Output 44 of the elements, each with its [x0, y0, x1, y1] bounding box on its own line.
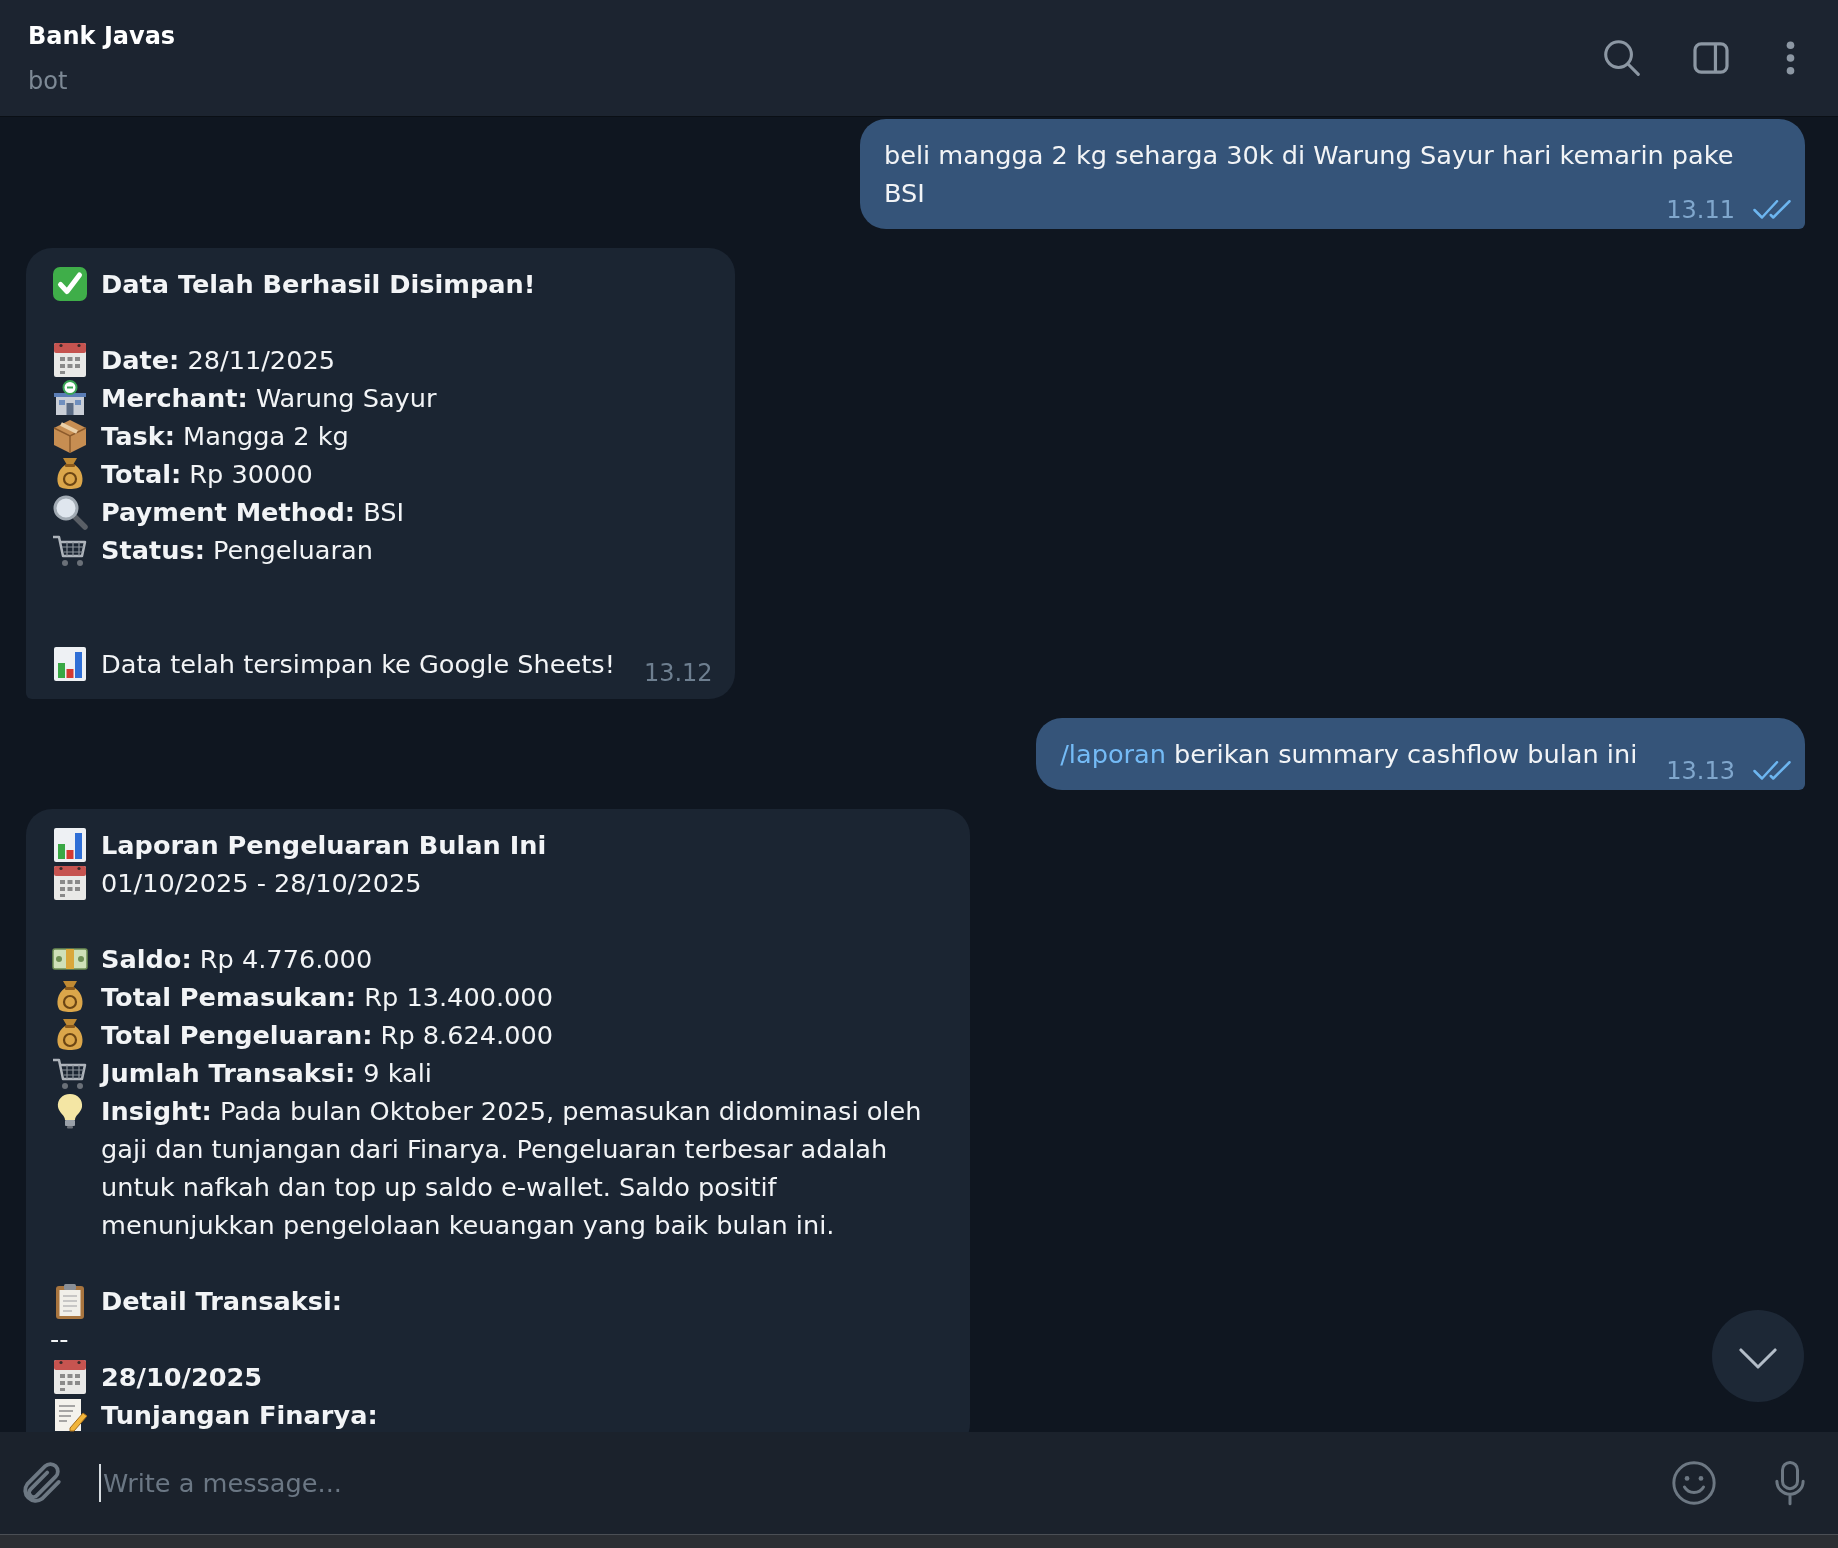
bar-chart-icon [52, 646, 88, 682]
message-line: Tunjangan Finarya: [101, 1400, 378, 1430]
paperclip-icon[interactable] [22, 1462, 62, 1504]
magnifier-icon [52, 494, 88, 530]
message-line: Saldo: Rp 4.776.000 [101, 944, 373, 974]
message-line: 28/10/2025 [101, 1362, 263, 1392]
calendar-icon [52, 1359, 88, 1395]
microphone-icon[interactable] [1775, 1460, 1805, 1506]
message-line: Data telah tersimpan ke Google Sheets! [101, 649, 615, 679]
message-line: 01/10/2025 - 28/10/2025 [101, 868, 422, 898]
message-line: Total: Rp 30000 [101, 459, 313, 489]
store-icon [52, 380, 88, 416]
message-line: Total Pemasukan: Rp 13.400.000 [101, 982, 553, 1012]
message-line: Jumlah Transaksi: 9 kali [101, 1058, 432, 1088]
chevron-down-icon [1739, 1347, 1777, 1369]
smiley-icon[interactable] [1672, 1461, 1716, 1505]
message-line: Task: Mangga 2 kg [101, 421, 349, 451]
message-line: Laporan Pengeluaran Bulan Ini [101, 830, 547, 860]
message-line: -- [50, 1324, 69, 1354]
message-line: Merchant: Warung Sayur [101, 383, 437, 413]
message-time: 13.13 [1666, 761, 1735, 781]
message-line: Insight: Pada bulan Oktober 2025, pemasukan didominasi oleh gaji dan tunjangan dari Finarya. Pengeluaran terbesar adalah untuk nafkah dan top up saldo e-wallet. Saldo positif menunjukkan pengelolaan keuangan yang baik bulan ini. [101, 1096, 922, 1240]
message-line: Status: Pengeluaran [101, 535, 373, 565]
bar-chart-icon [52, 827, 88, 863]
calendar-icon [52, 865, 88, 901]
message-line: Total Pengeluaran: Rp 8.624.000 [101, 1020, 554, 1050]
message-line: Data Telah Berhasil Disimpan! [101, 269, 536, 299]
memo-icon [52, 1397, 88, 1432]
message-input[interactable]: Write a message... [99, 1464, 1642, 1502]
chat-title: Bank Javas [28, 20, 176, 51]
search-icon[interactable] [1604, 40, 1640, 76]
command-link[interactable]: /laporan [1060, 739, 1166, 769]
package-icon [52, 418, 88, 454]
calendar-icon [52, 342, 88, 378]
message-line: Payment Method: BSI [101, 497, 405, 527]
message-composer[interactable]: Write a message... [0, 1432, 1838, 1534]
check-mark-icon [52, 266, 88, 302]
message-time: 13.12 [643, 663, 713, 683]
panel-icon[interactable] [1693, 42, 1729, 74]
message-text: /laporan berikan summary cashflow bulan ini [1060, 739, 1638, 769]
more-icon[interactable] [1786, 41, 1795, 75]
message-line: Date: 28/11/2025 [101, 345, 335, 375]
chat-subtitle: bot [28, 65, 68, 96]
message-line: Detail Transaksi: [101, 1286, 343, 1316]
